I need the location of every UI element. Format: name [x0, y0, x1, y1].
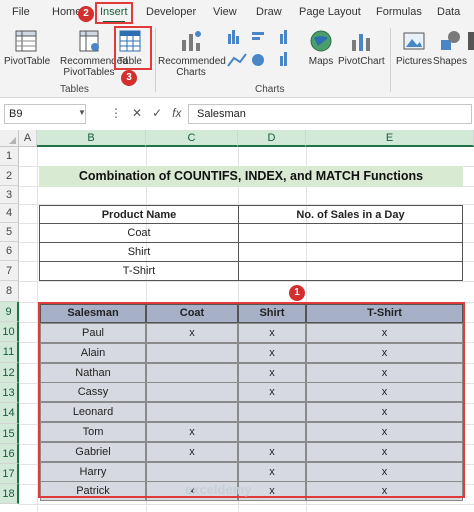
sales-per-day-header: No. of Sales in a Day — [238, 205, 463, 224]
tab-draw[interactable]: Draw — [256, 4, 282, 20]
worksheet-grid[interactable]: A B C D E 1 2 3 4 5 6 7 8 9 10 11 12 13 14 15 16 17 18 Co… — [0, 130, 474, 512]
callout-3: 3 — [121, 70, 137, 86]
pictures-button[interactable]: Pictures — [394, 28, 434, 67]
recommended-charts-icon — [182, 31, 201, 51]
product-name-header: Product Name — [39, 205, 239, 224]
recommended-charts-label-2: Charts — [176, 67, 206, 78]
pivotchart-label: PivotChart — [338, 56, 385, 67]
row-header-12[interactable]: 12 — [0, 363, 19, 383]
enter-icon[interactable]: ✓ — [152, 106, 162, 120]
chart-type-gallery[interactable] — [226, 26, 304, 78]
tab-data[interactable]: Data — [437, 4, 460, 20]
group-label-charts: Charts — [255, 84, 285, 95]
row-header-11[interactable]: 11 — [0, 342, 19, 363]
product-cell[interactable]: Shirt — [39, 242, 239, 262]
group-separator — [390, 28, 391, 92]
ribbon-tab-bar: File Home Insert Developer View Draw Pag… — [0, 0, 474, 24]
callout-1: 1 — [289, 285, 305, 301]
maps-button[interactable]: Maps — [306, 28, 336, 67]
pivotchart-icon — [352, 34, 370, 51]
column-header-b[interactable]: B — [37, 130, 146, 147]
ribbon-insert: PivotTable Recommended PivotTables Table — [0, 24, 474, 98]
recommended-charts-button[interactable]: Recommended Charts — [158, 28, 226, 78]
pivottable-icon — [15, 30, 37, 52]
row-header-2[interactable]: 2 — [0, 166, 19, 186]
row-header-16[interactable]: 16 — [0, 444, 19, 464]
column-header-d[interactable]: D — [238, 130, 306, 147]
column-header-a[interactable]: A — [19, 130, 37, 147]
column-header-c[interactable]: C — [146, 130, 238, 147]
product-cell[interactable]: Coat — [39, 223, 239, 243]
callout-2: 2 — [78, 6, 94, 22]
group-separator — [155, 28, 156, 92]
formula-bar: B9 ▼ ⋮ ✕ ✓ fx Salesman — [0, 101, 474, 127]
shapes-icon — [441, 31, 460, 50]
column-header-e[interactable]: E — [306, 130, 474, 147]
data-range-highlight — [38, 302, 465, 498]
table-button-highlight — [114, 26, 152, 70]
cancel-icon[interactable]: ✕ — [132, 106, 142, 120]
sales-cell[interactable] — [238, 223, 463, 243]
formula-input[interactable]: Salesman — [188, 104, 472, 124]
picture-icon — [403, 32, 425, 50]
excel-window: File Home Insert Developer View Draw Pag… — [0, 0, 474, 512]
tab-file[interactable]: File — [12, 4, 30, 20]
row-header-4[interactable]: 4 — [0, 204, 19, 223]
fx-icon[interactable]: fx — [172, 106, 181, 120]
row-header-1[interactable]: 1 — [0, 147, 19, 166]
sheet-title: Combination of COUNTIFS, INDEX, and MATC… — [39, 166, 463, 187]
row-header-13[interactable]: 13 — [0, 383, 19, 403]
tab-page-layout[interactable]: Page Layout — [299, 4, 361, 20]
row-header-7[interactable]: 7 — [0, 261, 19, 281]
row-header-3[interactable]: 3 — [0, 186, 19, 204]
tab-view[interactable]: View — [213, 4, 237, 20]
tab-home[interactable]: Home — [52, 4, 81, 20]
recommended-pivottables-icon — [79, 30, 99, 52]
formula-bar-icons: ⋮ ✕ ✓ fx — [110, 106, 182, 120]
pivottable-label: PivotTable — [4, 56, 51, 67]
row-header-5[interactable]: 5 — [0, 223, 19, 242]
recommended-pivottables-button[interactable]: Recommended PivotTables — [60, 28, 128, 78]
group-label-tables: Tables — [60, 84, 89, 95]
more-icon[interactable] — [466, 28, 474, 57]
row-header-6[interactable]: 6 — [0, 242, 19, 261]
row-header-10[interactable]: 10 — [0, 322, 19, 342]
name-box[interactable]: B9 — [4, 104, 86, 124]
row-header-15[interactable]: 15 — [0, 424, 19, 444]
row-header-14[interactable]: 14 — [0, 403, 19, 424]
row-header-8[interactable]: 8 — [0, 281, 19, 302]
globe-icon — [310, 30, 332, 52]
shapes-label: Shapes — [433, 56, 467, 67]
sales-cell[interactable] — [238, 242, 463, 262]
select-all-button[interactable] — [0, 130, 19, 147]
tab-developer[interactable]: Developer — [146, 4, 196, 20]
pictures-label: Pictures — [395, 56, 433, 67]
row-header-17[interactable]: 17 — [0, 464, 19, 484]
pivotchart-button[interactable]: PivotChart — [338, 28, 385, 67]
recommended-pivottables-label-2: PivotTables — [63, 67, 115, 78]
watermark-logo: exceldemy — [185, 482, 252, 497]
pivottable-button[interactable]: PivotTable — [4, 28, 51, 67]
row-header-9[interactable]: 9 — [0, 302, 19, 322]
more-options-icon: ⋮ — [110, 106, 122, 120]
shapes-button[interactable]: Shapes — [432, 28, 468, 67]
chevron-down-icon[interactable]: ▼ — [78, 108, 86, 117]
recommended-charts-label-1: Recommended — [158, 56, 226, 67]
product-cell[interactable]: T-Shirt — [39, 261, 239, 281]
maps-label: Maps — [308, 56, 334, 67]
sales-cell[interactable] — [238, 261, 463, 281]
tab-formulas[interactable]: Formulas — [376, 4, 422, 20]
chart-types-icon — [227, 30, 287, 67]
row-header-18[interactable]: 18 — [0, 484, 19, 504]
insert-tab-highlight — [95, 2, 133, 24]
